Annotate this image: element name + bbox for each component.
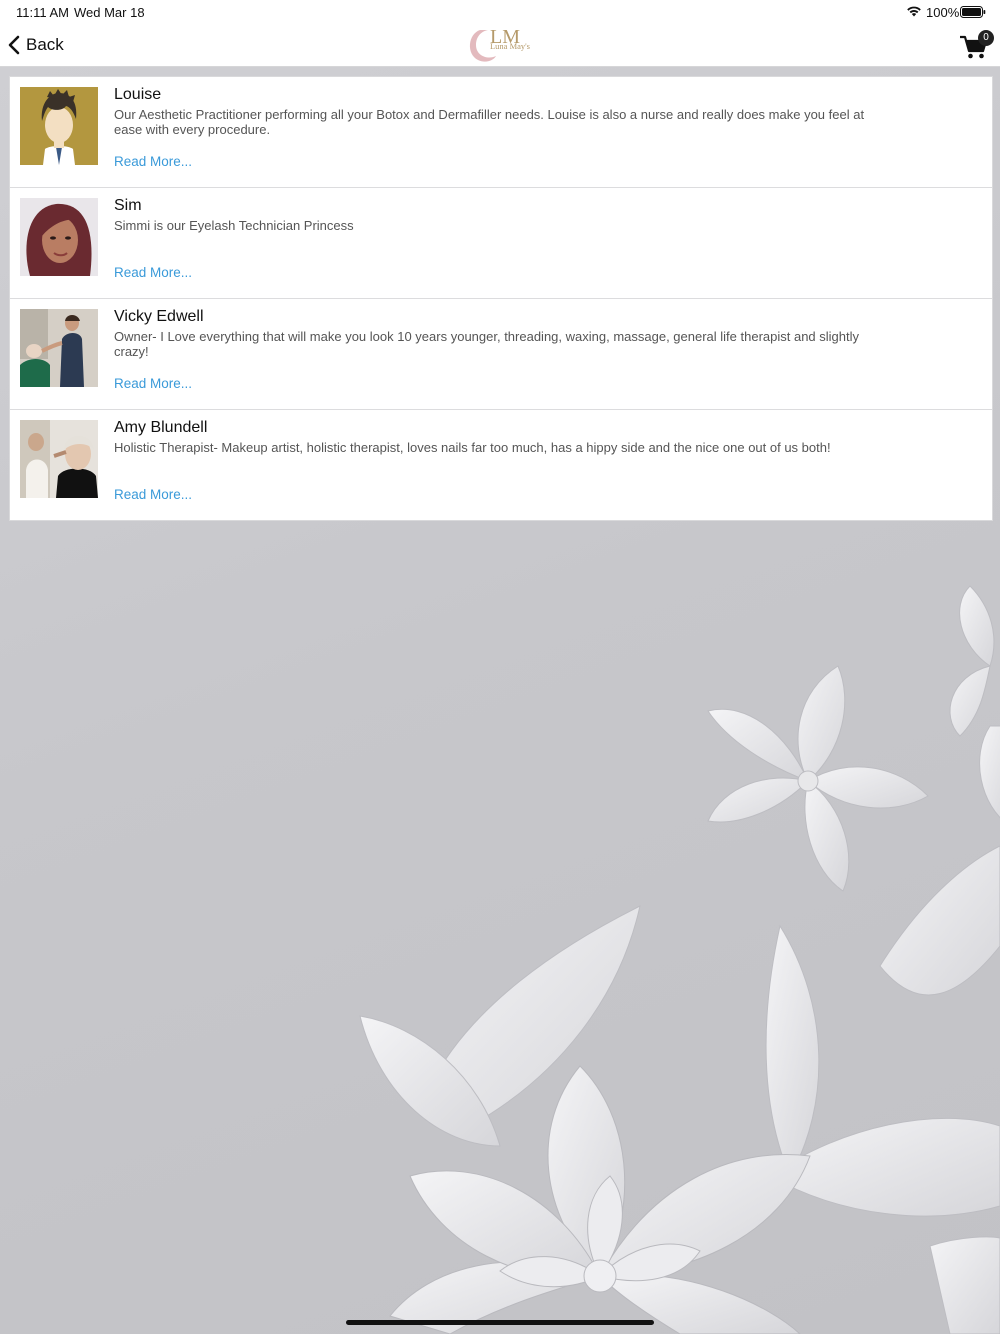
status-bar: 11:11 AM Wed Mar 18 100% (0, 0, 1000, 24)
avatar (20, 420, 98, 498)
back-button[interactable]: Back (6, 32, 64, 58)
back-label: Back (26, 35, 64, 54)
status-date: Wed Mar 18 (74, 5, 145, 20)
status-time: 11:11 AM (16, 5, 69, 20)
staff-name: Vicky Edwell (114, 308, 204, 325)
staff-description: Owner- I Love everything that will make … (114, 329, 860, 359)
home-indicator[interactable] (346, 1320, 654, 1325)
list-item[interactable]: Louise Our Aesthetic Practitioner perfor… (10, 77, 992, 188)
battery-icon (960, 6, 986, 18)
staff-name: Sim (114, 197, 142, 214)
read-more-link[interactable]: Read More... (114, 154, 192, 169)
nav-bar: Back LM Luna May's 0 (0, 24, 1000, 67)
list-item[interactable]: Amy Blundell Holistic Therapist- Makeup … (10, 410, 992, 520)
staff-description: Our Aesthetic Practitioner performing al… (114, 107, 865, 137)
staff-list: Louise Our Aesthetic Practitioner perfor… (9, 76, 993, 521)
avatar (20, 87, 98, 165)
staff-description: Simmi is our Eyelash Technician Princess (114, 218, 354, 233)
brand-logo: LM Luna May's (469, 26, 530, 62)
chevron-left-icon (8, 35, 20, 55)
logo-text: Luna May's (490, 41, 530, 51)
staff-name: Amy Blundell (114, 419, 208, 436)
cart-count-badge: 0 (978, 30, 994, 46)
staff-description: Holistic Therapist- Makeup artist, holis… (114, 440, 831, 455)
battery-percent: 100% (926, 5, 960, 20)
list-item[interactable]: Vicky Edwell Owner- I Love everything th… (10, 299, 992, 410)
read-more-link[interactable]: Read More... (114, 376, 192, 391)
read-more-link[interactable]: Read More... (114, 487, 192, 502)
read-more-link[interactable]: Read More... (114, 265, 192, 280)
avatar (20, 198, 98, 276)
list-item[interactable]: Sim Simmi is our Eyelash Technician Prin… (10, 188, 992, 299)
avatar (20, 309, 98, 387)
staff-name: Louise (114, 86, 162, 103)
wifi-icon (907, 6, 921, 17)
